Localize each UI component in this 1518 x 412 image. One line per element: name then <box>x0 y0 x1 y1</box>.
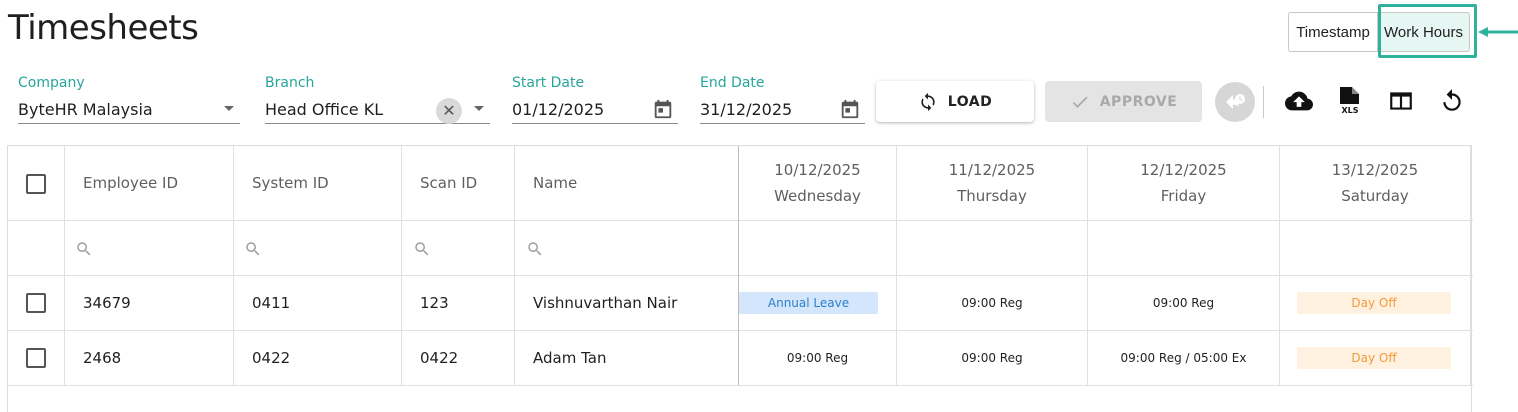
search-icon[interactable] <box>75 240 93 258</box>
header-day: Friday <box>1160 187 1207 205</box>
work-hours-cell[interactable]: 09:00 Reg <box>897 351 1087 365</box>
column-header-date[interactable]: 12/12/2025 Friday <box>1088 157 1279 209</box>
grid-divider <box>514 146 515 385</box>
toolbar-divider <box>1263 86 1264 118</box>
company-label: Company <box>18 75 85 91</box>
search-icon[interactable] <box>526 240 544 258</box>
grid-divider <box>401 146 402 385</box>
start-date-label: Start Date <box>512 75 585 91</box>
day-off-badge[interactable]: Day Off <box>1297 347 1451 369</box>
name-cell: Adam Tan <box>533 349 607 367</box>
chevron-down-icon[interactable] <box>474 106 484 111</box>
scan-id-cell: 123 <box>420 294 449 312</box>
column-header-name[interactable]: Name <box>533 146 577 220</box>
employee-id-cell: 34679 <box>83 294 131 312</box>
sync-icon <box>921 92 935 111</box>
work-hours-cell[interactable]: 09:00 Reg <box>739 351 896 365</box>
work-hours-cell[interactable]: 09:00 Reg <box>897 296 1087 310</box>
grid-divider <box>8 385 1473 386</box>
grid-divider <box>64 146 65 385</box>
revert-history-icon[interactable] <box>1215 82 1255 122</box>
column-header-scan-id[interactable]: Scan ID <box>420 146 477 220</box>
xls-export-icon[interactable]: XLS <box>1335 86 1365 116</box>
system-id-cell: 0422 <box>252 349 291 367</box>
load-button[interactable]: LOAD <box>876 81 1034 122</box>
search-icon[interactable] <box>413 240 431 258</box>
end-date-field[interactable]: End Date 31/12/2025 <box>700 72 865 124</box>
calendar-icon[interactable] <box>652 98 674 120</box>
work-hours-cell[interactable]: 09:00 Reg <box>1088 296 1279 310</box>
end-date-label: End Date <box>700 75 765 91</box>
end-date-value: 31/12/2025 <box>700 100 793 119</box>
scan-id-cell: 0422 <box>420 349 459 367</box>
header-date: 13/12/2025 <box>1331 161 1419 179</box>
branch-select[interactable]: Branch Head Office KL ✕ <box>265 72 490 124</box>
grid-divider <box>8 330 1473 331</box>
timestamp-toggle-button[interactable]: Timestamp <box>1288 12 1378 52</box>
view-toggle: Timestamp Work Hours <box>1288 12 1470 52</box>
grid-divider <box>8 275 1473 276</box>
company-select[interactable]: Company ByteHR Malaysia <box>18 72 240 124</box>
cloud-upload-icon[interactable] <box>1284 86 1314 116</box>
header-date: 12/12/2025 <box>1140 161 1227 179</box>
grid-divider <box>233 146 234 385</box>
grid-divider <box>1470 146 1471 385</box>
header-day: Saturday <box>1341 187 1409 205</box>
column-header-date[interactable]: 11/12/2025 Thursday <box>897 157 1087 209</box>
start-date-field[interactable]: Start Date 01/12/2025 <box>512 72 678 124</box>
clear-icon[interactable]: ✕ <box>436 98 462 124</box>
svg-text:XLS: XLS <box>1341 106 1358 115</box>
header-day: Thursday <box>957 187 1027 205</box>
timesheet-grid: Employee ID System ID Scan ID Name 10/12… <box>7 145 1473 412</box>
work-hours-toggle-button[interactable]: Work Hours <box>1378 12 1470 52</box>
columns-icon[interactable] <box>1386 86 1416 116</box>
name-cell: Vishnuvarthan Nair <box>533 294 678 312</box>
start-date-value: 01/12/2025 <box>512 100 605 119</box>
column-header-system-id[interactable]: System ID <box>252 146 329 220</box>
row-checkbox[interactable] <box>26 348 46 368</box>
check-icon <box>1072 96 1088 108</box>
header-date: 10/12/2025 <box>774 161 861 179</box>
employee-id-cell: 2468 <box>83 349 122 367</box>
row-checkbox[interactable] <box>26 293 46 313</box>
select-all-checkbox[interactable] <box>26 174 46 194</box>
chevron-down-icon[interactable] <box>224 106 234 111</box>
branch-label: Branch <box>265 75 315 91</box>
day-off-badge[interactable]: Day Off <box>1297 292 1451 314</box>
header-date: 11/12/2025 <box>948 161 1036 179</box>
approve-label: APPROVE <box>1099 93 1178 110</box>
company-value: ByteHR Malaysia <box>18 100 153 119</box>
page-title: Timesheets <box>8 8 199 48</box>
search-icon[interactable] <box>244 240 262 258</box>
annual-leave-badge[interactable]: Annual Leave <box>739 292 878 314</box>
column-header-employee-id[interactable]: Employee ID <box>83 146 178 220</box>
column-header-date[interactable]: 10/12/2025 Wednesday <box>739 157 896 209</box>
system-id-cell: 0411 <box>252 294 291 312</box>
column-header-date[interactable]: 13/12/2025 Saturday <box>1280 157 1470 209</box>
approve-button[interactable]: APPROVE <box>1045 81 1202 122</box>
calendar-icon[interactable] <box>839 98 861 120</box>
refresh-icon[interactable] <box>1437 86 1467 116</box>
header-day: Wednesday <box>774 187 861 205</box>
branch-value: Head Office KL <box>265 100 384 119</box>
work-hours-cell[interactable]: 09:00 Reg / 05:00 Ex <box>1088 351 1279 365</box>
grid-divider <box>8 220 1473 221</box>
load-label: LOAD <box>947 93 993 110</box>
pointer-arrow-icon <box>1478 27 1518 37</box>
